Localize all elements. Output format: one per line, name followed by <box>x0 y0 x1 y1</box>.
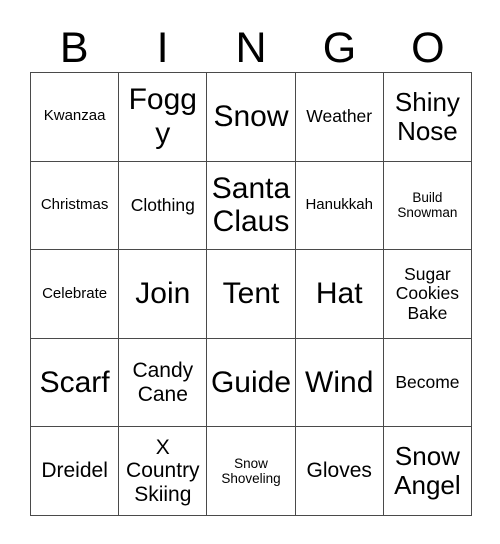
bingo-row: Scarf Candy Cane Guide Wind Become <box>31 338 473 428</box>
bingo-cell[interactable]: Tent <box>207 250 296 339</box>
bingo-cell-label: Candy Cane <box>132 359 194 406</box>
bingo-cell[interactable]: X Country Skiing <box>119 427 208 516</box>
bingo-cell-label: Celebrate <box>42 284 108 302</box>
bingo-cell[interactable]: Snow Shoveling <box>207 427 296 516</box>
bingo-header-letter-i: I <box>156 24 169 72</box>
bingo-cell-label: Weather <box>306 106 373 126</box>
bingo-card: B I N G O Kwanzaa Foggy Snow Weather Shi… <box>0 0 500 544</box>
bingo-cell[interactable]: Kwanzaa <box>31 73 120 162</box>
bingo-header-letter-g: G <box>322 24 357 72</box>
bingo-cell-label: Hanukkah <box>305 195 373 213</box>
bingo-cell-label: Foggy <box>128 83 197 150</box>
bingo-cell-label: Shiny Nose <box>394 86 460 146</box>
bingo-cell-label: Gloves <box>306 459 372 483</box>
bingo-cell[interactable]: Weather <box>295 73 384 162</box>
bingo-cell[interactable]: Become <box>383 338 473 428</box>
bingo-cell-label: Scarf <box>39 365 110 399</box>
bingo-cell-label: X Country Skiing <box>126 435 200 506</box>
bingo-cell-label: Wind <box>305 365 374 399</box>
bingo-cell[interactable]: Celebrate <box>31 250 120 339</box>
bingo-cell-label: Dreidel <box>41 459 108 483</box>
bingo-cell-label: Become <box>395 371 460 392</box>
bingo-cell-label: Snow Shoveling <box>221 456 281 487</box>
bingo-cell[interactable]: Clothing <box>119 161 208 251</box>
bingo-row: Christmas Clothing Santa Claus Hanukkah … <box>31 161 473 251</box>
bingo-cell[interactable]: Foggy <box>119 73 208 162</box>
bingo-cell[interactable]: Shiny Nose <box>383 73 473 162</box>
bingo-cell-label: Snow Angel <box>394 441 461 501</box>
bingo-cell-label: Hat <box>315 277 363 311</box>
bingo-cell[interactable]: Build Snowman <box>383 161 473 251</box>
bingo-cell[interactable]: Dreidel <box>31 427 120 516</box>
bingo-cell[interactable]: Santa Claus <box>207 161 296 251</box>
bingo-cell[interactable]: Wind <box>295 338 384 428</box>
bingo-cell-label: Tent <box>222 277 280 311</box>
bingo-cell-label: Snow <box>213 100 289 133</box>
bingo-cell[interactable]: Snow Angel <box>383 427 473 516</box>
bingo-cell-label: Guide <box>210 365 292 399</box>
bingo-cell[interactable]: Sugar Cookies Bake <box>383 250 473 339</box>
bingo-cell[interactable]: Candy Cane <box>119 338 208 428</box>
bingo-cell[interactable]: Scarf <box>31 338 120 428</box>
bingo-row: Dreidel X Country Skiing Snow Shoveling … <box>31 427 473 516</box>
bingo-grid: Kwanzaa Foggy Snow Weather Shiny Nose Ch… <box>30 72 473 516</box>
bingo-header-row: B I N G O <box>30 16 472 72</box>
bingo-cell[interactable]: Hanukkah <box>295 161 384 251</box>
bingo-cell-label: Kwanzaa <box>43 107 106 125</box>
bingo-cell[interactable]: Join <box>119 250 208 339</box>
bingo-header-letter-n: N <box>235 24 267 72</box>
bingo-cell-label: Clothing <box>130 194 195 215</box>
bingo-cell-label: Christmas <box>40 195 109 213</box>
bingo-cell[interactable]: Hat <box>295 250 384 339</box>
bingo-cell-label: Build Snowman <box>397 190 458 221</box>
bingo-header-letter-b: B <box>59 24 89 72</box>
bingo-row: Celebrate Join Tent Hat Sugar Cookies Ba… <box>31 250 473 339</box>
bingo-cell[interactable]: Gloves <box>295 427 384 516</box>
bingo-row: Kwanzaa Foggy Snow Weather Shiny Nose <box>31 73 473 162</box>
bingo-cell-label: Sugar Cookies Bake <box>395 263 460 323</box>
bingo-cell-label: Santa Claus <box>211 171 291 239</box>
bingo-cell[interactable]: Snow <box>207 73 296 162</box>
bingo-cell[interactable]: Christmas <box>31 161 120 251</box>
bingo-cell-label: Join <box>135 277 191 311</box>
bingo-header-letter-o: O <box>411 24 445 72</box>
bingo-cell[interactable]: Guide <box>207 338 296 428</box>
